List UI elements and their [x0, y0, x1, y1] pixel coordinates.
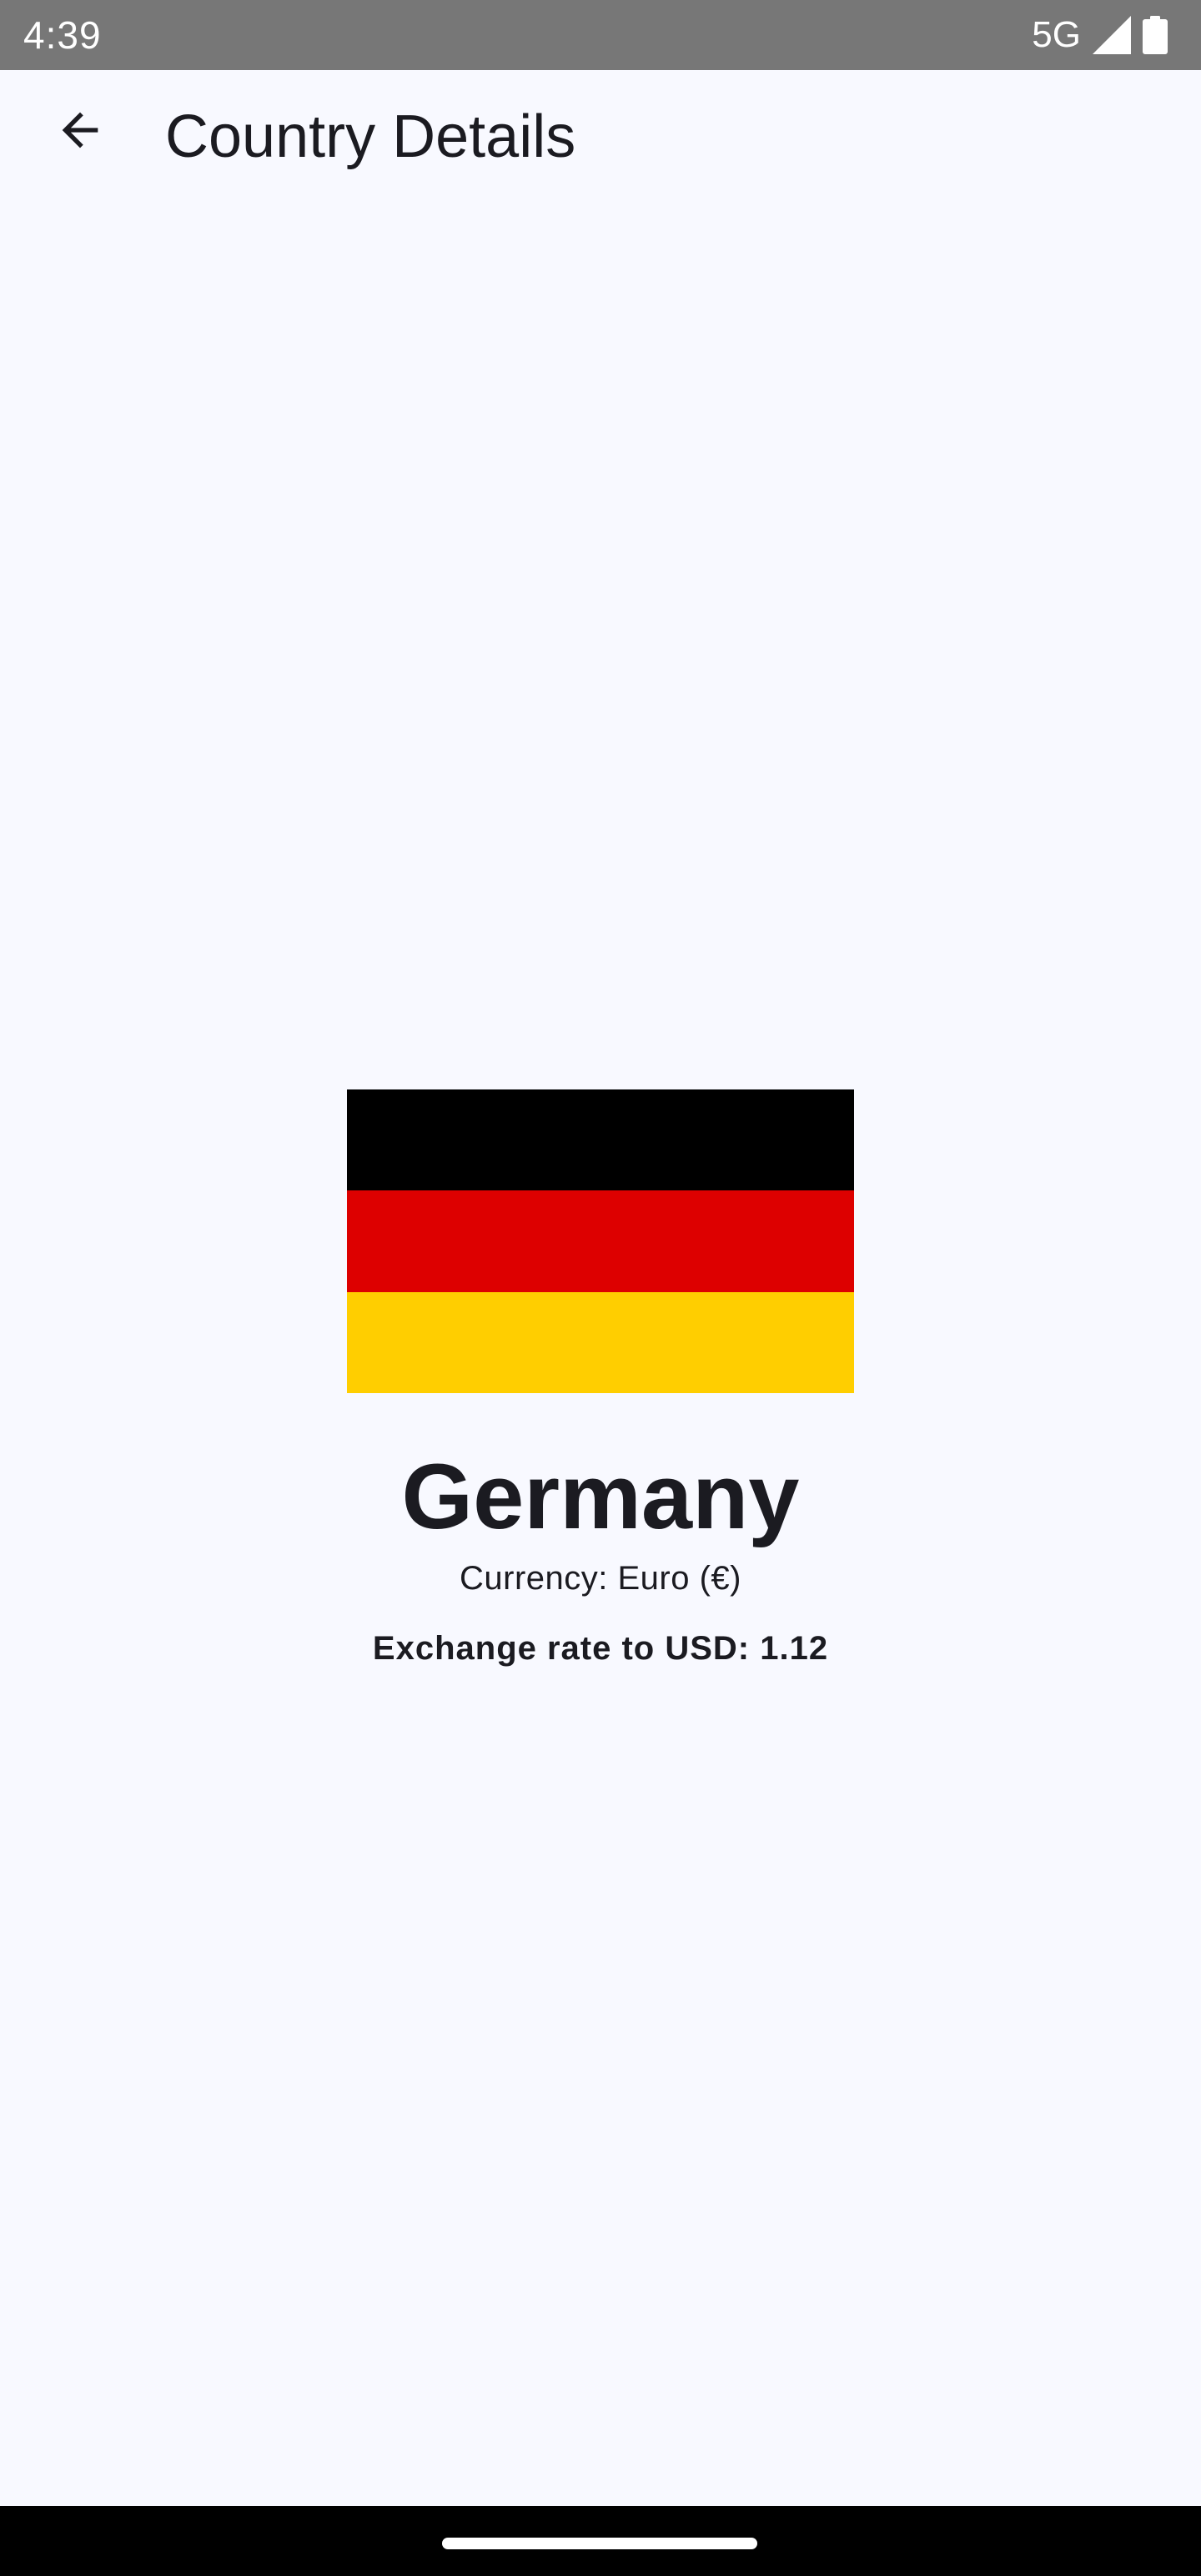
country-name: Germany: [401, 1446, 800, 1548]
page-title: Country Details: [165, 103, 576, 170]
arrow-back-icon: [53, 103, 107, 161]
flag-stripe-red: [347, 1190, 854, 1292]
battery-full-icon: [1143, 16, 1168, 54]
flag-stripe-gold: [347, 1291, 854, 1393]
status-time: 4:39: [23, 13, 102, 57]
exchange-rate-label: Exchange rate to USD: 1.12: [372, 1630, 829, 1667]
flag-stripe-black: [347, 1089, 854, 1191]
back-button[interactable]: [40, 92, 120, 172]
currency-label: Currency: Euro (€): [460, 1560, 741, 1597]
navigation-bar: [0, 2506, 1201, 2576]
top-app-bar: Country Details: [0, 70, 1201, 257]
country-details-screen: 4:39 5G Country Details Germany Currency…: [0, 0, 1201, 2576]
status-bar: 4:39 5G: [0, 0, 1201, 70]
status-indicators: 5G: [1032, 12, 1168, 58]
country-flag: [347, 1089, 854, 1393]
signal-full-icon: [1093, 16, 1131, 54]
home-gesture-handle[interactable]: [442, 2538, 757, 2549]
network-type: 5G: [1032, 14, 1081, 55]
